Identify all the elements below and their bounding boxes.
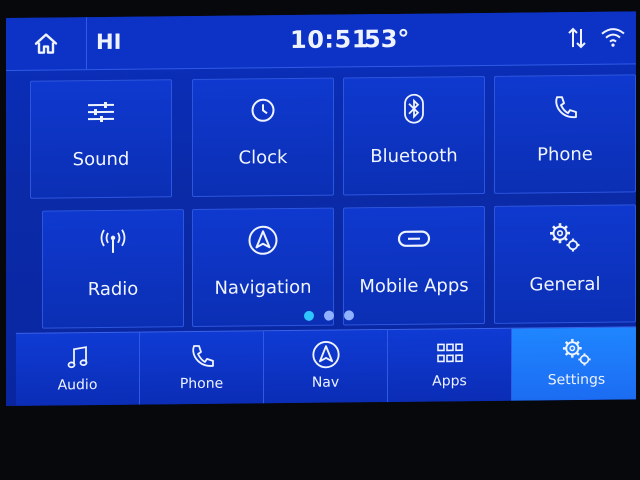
gears-icon [561,337,593,367]
nav-phone[interactable]: Phone [140,331,264,405]
page-indicator [304,310,354,321]
tile-label: Phone [537,143,593,166]
nav-navigation[interactable]: Nav [264,329,388,404]
clock-icon [250,97,276,123]
apps-grid-icon [436,343,463,363]
radio-antenna-icon [98,229,128,255]
temperature-display: 53° [364,24,410,54]
navigation-icon [311,339,341,369]
tile-navigation[interactable]: Navigation [192,207,334,328]
nav-label: Audio [57,377,98,394]
page-dot[interactable] [344,310,354,321]
status-header: HI 10:51 53° [6,11,636,72]
tile-sound[interactable]: Sound [30,79,172,199]
tile-label: Mobile Apps [359,275,469,298]
music-note-icon [67,345,89,369]
link-icon [397,229,431,249]
page-dot[interactable] [324,310,334,321]
bottom-navigation-bar: Audio Phone Nav Apps Settings [16,326,636,406]
tile-phone[interactable]: Phone [494,74,636,194]
nav-label: Settings [547,371,606,389]
phone-icon [552,94,578,120]
tile-radio[interactable]: Radio [42,209,184,329]
wifi-icon [600,26,626,48]
sync-arrows-icon [568,26,586,50]
nav-audio[interactable]: Audio [16,332,140,406]
tile-label: Bluetooth [370,145,458,168]
gears-icon [548,221,582,253]
tile-general[interactable]: General [494,204,636,324]
home-icon [33,31,59,55]
tile-label: Sound [72,148,130,171]
tile-label: Navigation [214,276,312,299]
navigation-icon [247,224,279,256]
tile-clock[interactable]: Clock [192,77,334,198]
home-button[interactable] [6,17,87,70]
equalizer-icon [86,100,116,124]
bluetooth-icon [401,93,427,124]
nav-apps[interactable]: Apps [388,328,512,402]
infotainment-screen: HI 10:51 53° Sound Clock Bluetooth Phone… [6,11,636,407]
greeting-text: HI [96,29,122,55]
tile-label: Radio [87,278,139,301]
time-display: 10:51 [290,25,369,55]
settings-grid: Sound Clock Bluetooth Phone Radio Naviga… [28,74,636,330]
nav-settings[interactable]: Settings [512,327,636,401]
tile-bluetooth[interactable]: Bluetooth [343,75,485,196]
page-dot-active[interactable] [304,310,314,321]
tile-mobile-apps[interactable]: Mobile Apps [343,205,485,326]
tile-label: General [529,273,601,296]
nav-label: Phone [179,375,224,393]
tile-label: Clock [238,147,288,169]
phone-icon [189,343,215,369]
nav-label: Nav [311,374,340,391]
nav-label: Apps [432,373,467,390]
